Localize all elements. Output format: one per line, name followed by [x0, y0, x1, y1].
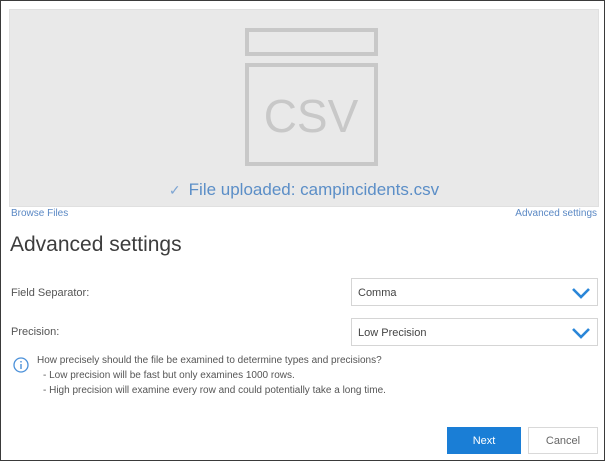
csv-icon-label: CSV: [264, 90, 359, 142]
next-button[interactable]: Next: [447, 427, 521, 454]
upload-status-text: File uploaded: campincidents.csv: [188, 180, 440, 199]
field-separator-label: Field Separator:: [11, 287, 90, 299]
file-drop-zone[interactable]: CSV ✓ File uploaded: campincidents.csv: [9, 9, 599, 207]
check-icon: ✓: [168, 182, 181, 198]
advanced-settings-link[interactable]: Advanced settings: [515, 208, 597, 219]
precision-info: How precisely should the file be examine…: [37, 353, 386, 398]
precision-select[interactable]: Low Precision: [351, 318, 598, 346]
precision-value: Low Precision: [358, 327, 427, 339]
browse-files-link[interactable]: Browse Files: [11, 208, 68, 219]
precision-info-high: - High precision will examine every row …: [43, 385, 386, 396]
precision-label: Precision:: [11, 326, 60, 338]
precision-info-low: - Low precision will be fast but only ex…: [43, 370, 295, 381]
upload-dialog: CSV ✓ File uploaded: campincidents.csv Br…: [0, 0, 605, 461]
chevron-down-icon: [572, 288, 590, 299]
advanced-settings-heading: Advanced settings: [10, 233, 182, 256]
cancel-button[interactable]: Cancel: [528, 427, 598, 454]
precision-info-question: How precisely should the file be examine…: [37, 355, 382, 366]
csv-file-icon: CSV: [245, 28, 378, 166]
upload-status: ✓ File uploaded: campincidents.csv: [10, 180, 598, 200]
chevron-down-icon: [572, 328, 590, 339]
field-separator-select[interactable]: Comma: [351, 278, 598, 306]
info-icon: [13, 357, 29, 373]
field-separator-value: Comma: [358, 287, 397, 299]
